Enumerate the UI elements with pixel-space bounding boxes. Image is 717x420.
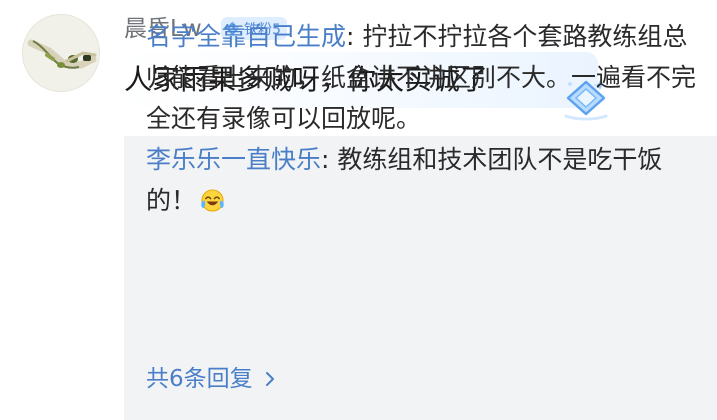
more-replies-label[interactable]: 共6条回复 [146,364,253,394]
comment-thread: 晨昏Lw 铁粉5 人家雨果多贼呀，你太实诚了 名字全靠自己生成: 拧拉不拧拉各个… [0,0,717,420]
reply-item[interactable]: 李乐乐一直快乐: 教练组和技术团队不是吃干饭的！ [146,139,696,221]
avatar-illustration [23,15,99,91]
chevron-right-icon [265,372,274,386]
laughing-tears-emoji [201,189,224,212]
reply-author[interactable]: 名字全靠自己生成 [146,22,346,51]
view-more-replies-button[interactable]: 共6条回复 [146,364,277,394]
reply-author[interactable]: 李乐乐一直快乐 [146,145,321,174]
avatar[interactable] [22,14,100,92]
reply-item[interactable]: 名字全靠自己生成: 拧拉不拧拉各个套路教练组总归能看出来的，纸盒讲不讲区别不大。… [146,16,696,139]
